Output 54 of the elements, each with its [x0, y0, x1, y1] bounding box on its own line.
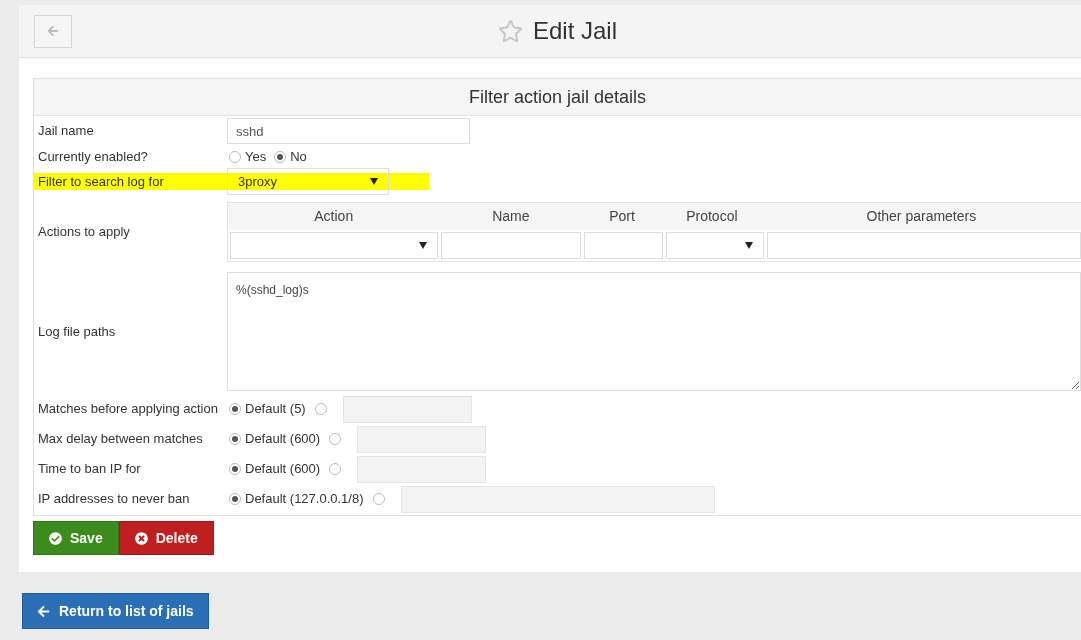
radio-button[interactable] — [229, 403, 241, 415]
radio-button[interactable] — [329, 463, 342, 475]
field-label: Actions to apply — [37, 223, 131, 242]
text-input[interactable] — [342, 395, 472, 423]
field-label: IP addresses to never ban — [37, 490, 191, 509]
text-input[interactable] — [357, 455, 487, 483]
field-label: Jail name — [37, 122, 95, 141]
text-input[interactable] — [584, 232, 663, 259]
field-label: Currently enabled? — [37, 148, 149, 167]
radio-button[interactable] — [372, 493, 385, 505]
radio-button[interactable] — [314, 403, 327, 415]
select-dropdown[interactable] — [230, 232, 439, 259]
radio-button[interactable] — [329, 433, 342, 445]
caret-icon — [419, 242, 428, 249]
field-label: Log file paths — [37, 322, 117, 341]
field-label: Filter to search log for — [37, 172, 165, 191]
radio-button[interactable] — [229, 493, 241, 505]
field-label: Matches before applying action — [37, 400, 219, 419]
text-input[interactable] — [767, 232, 1081, 259]
column-header: Name — [491, 207, 531, 226]
radio-label: Default (600) — [245, 430, 321, 449]
delete-button[interactable]: Delete — [118, 521, 214, 555]
radio-label: Yes — [245, 148, 267, 167]
radio-button[interactable] — [229, 151, 241, 163]
caret-icon — [370, 178, 378, 185]
radio-label: No — [290, 148, 307, 167]
save-button[interactable]: Save — [33, 521, 119, 555]
text-input[interactable] — [441, 232, 582, 259]
column-header: Other parameters — [865, 207, 978, 226]
radio-button[interactable] — [229, 463, 241, 475]
column-header: Port — [608, 207, 636, 226]
text-input[interactable] — [400, 485, 715, 513]
field-label: Time to ban IP for — [37, 460, 142, 479]
select-dropdown[interactable] — [665, 232, 764, 259]
page-title: Edit Jail — [532, 16, 617, 46]
textarea-field[interactable]: %(sshd_log)s — [227, 272, 1081, 391]
star-icon — [497, 19, 523, 43]
return-button[interactable]: Return to list of jails — [22, 593, 209, 629]
back-arrow-icon — [37, 604, 50, 618]
column-header: Action — [313, 207, 355, 226]
text-input[interactable]: sshd — [227, 118, 470, 144]
radio-button[interactable] — [274, 151, 287, 163]
back-arrow-icon — [47, 25, 59, 37]
radio-label: Default (127.0.0.1/8) — [245, 490, 364, 509]
field-label: Max delay between matches — [37, 430, 204, 449]
radio-label: Default (600) — [245, 460, 321, 479]
radio-label: Default (5) — [245, 400, 306, 419]
radio-button[interactable] — [229, 433, 241, 445]
back-button[interactable] — [34, 14, 72, 48]
column-header: Protocol — [685, 207, 739, 226]
caret-icon — [745, 242, 753, 249]
section-title: Filter action jail details — [468, 85, 647, 109]
text-input[interactable] — [357, 425, 487, 453]
select-dropdown[interactable]: 3proxy — [227, 168, 389, 195]
